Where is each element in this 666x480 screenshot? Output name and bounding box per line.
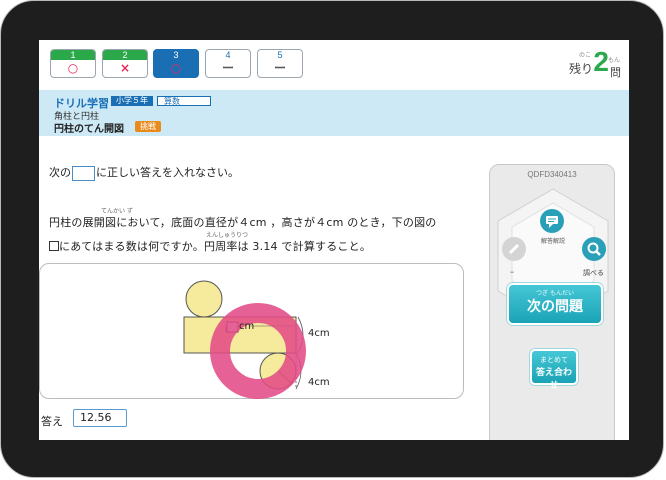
net-diagram: cm 4cm 4cm bbox=[39, 263, 464, 399]
question-id: QDFD340413 bbox=[527, 170, 577, 179]
remaining-unit-ruby: もん bbox=[607, 57, 620, 64]
question-tab-number: 1 bbox=[51, 50, 95, 60]
question-tab-2[interactable]: 2 × bbox=[102, 49, 148, 78]
question-tab-number: 4 bbox=[225, 50, 231, 60]
question-tab-5[interactable]: 5 ー bbox=[257, 49, 303, 78]
next-question-button[interactable]: つぎ もんだい 次の問題 bbox=[507, 283, 603, 325]
question-line-2-text: にあてはまる数は何ですか。円周率は 3.14 で計算すること。 bbox=[59, 240, 372, 253]
question-tab-number: 5 bbox=[277, 50, 283, 60]
question-line-1: 円柱の展開図において，底面の直径が４cm ，高さが４cm のとき，下の図の bbox=[49, 216, 437, 229]
comment-icon bbox=[540, 209, 564, 233]
pending-mark-icon: ー bbox=[221, 61, 234, 75]
explanation-label: 解答解説 bbox=[540, 238, 565, 245]
hexagon-controls-bg bbox=[497, 188, 609, 324]
correct-mark-icon: ○ bbox=[170, 61, 182, 75]
next-label: 次の問題 bbox=[527, 299, 583, 315]
blank-box-icon bbox=[72, 165, 95, 181]
remaining-count: 2 bbox=[593, 46, 609, 77]
edit-label: ｰ bbox=[510, 268, 514, 277]
height-label: 4cm bbox=[308, 328, 330, 339]
question-line-2: にあてはまる数は何ですか。円周率は 3.14 で計算すること。 bbox=[49, 238, 371, 254]
diameter-label: 4cm bbox=[308, 377, 330, 388]
top-base-circle bbox=[185, 280, 223, 318]
side-panel: QDFD340413 解答解説 ｰ 調べる つぎ もんだい 次の問題 まとめて … bbox=[489, 164, 615, 440]
screen: 1 ○ 2 × 3 ○ 4 ー 5 ー のこ 残り 2 もん 問 ドリル学習 小… bbox=[39, 40, 629, 440]
challenge-badge: 挑戦 bbox=[135, 121, 161, 132]
instruction-pre: 次の bbox=[49, 166, 71, 179]
question-progress-bar: 1 ○ 2 × 3 ○ 4 ー 5 ー のこ 残り 2 もん 問 bbox=[39, 40, 629, 87]
instruction: 次の に正しい答えを入れなさい。 bbox=[49, 164, 239, 181]
search-icon bbox=[587, 242, 601, 256]
instruction-post: に正しい答えを入れなさい。 bbox=[96, 166, 239, 179]
question-tab-1[interactable]: 1 ○ bbox=[50, 49, 96, 78]
blank-unit-label: cm bbox=[239, 321, 255, 332]
blank-square-icon bbox=[49, 241, 59, 251]
question-tab-number: 2 bbox=[103, 50, 147, 60]
answer-label: 答え bbox=[41, 415, 63, 428]
remaining-ruby: のこ bbox=[578, 52, 591, 59]
check-line-2: 答え合わせ bbox=[535, 368, 572, 391]
correct-mark-icon: ○ bbox=[67, 61, 79, 75]
wrong-mark-icon: × bbox=[119, 61, 131, 75]
pencil-icon[interactable] bbox=[502, 237, 526, 261]
remaining-label: 残り bbox=[568, 62, 593, 76]
check-line-1: まとめて bbox=[540, 356, 568, 364]
tablet-frame: 1 ○ 2 × 3 ○ 4 ー 5 ー のこ 残り 2 もん 問 ドリル学習 小… bbox=[0, 0, 664, 478]
check-answers-button[interactable]: まとめて 答え合わせ bbox=[530, 349, 578, 391]
question-tab-3[interactable]: 3 ○ bbox=[153, 49, 199, 78]
remaining-unit: 問 bbox=[610, 66, 621, 79]
subject-tag: 算数 bbox=[157, 96, 211, 106]
search-button[interactable] bbox=[582, 237, 606, 261]
question-tab-number: 3 bbox=[154, 50, 198, 60]
pending-mark-icon: ー bbox=[273, 61, 286, 75]
question-tab-4[interactable]: 4 ー bbox=[205, 49, 251, 78]
lesson-header: ドリル学習 小学５年 算数 角柱と円柱 円柱のてん開図 挑戦 bbox=[39, 90, 629, 136]
cylinder-net-svg bbox=[183, 280, 306, 399]
lesson-title: 円柱のてん開図 bbox=[54, 124, 124, 135]
grade-tag: 小学５年 bbox=[111, 96, 153, 106]
remaining-counter: のこ 残り 2 もん 問 bbox=[553, 44, 623, 84]
search-label: 調べる bbox=[583, 269, 604, 277]
answer-input[interactable]: 12.56 bbox=[73, 409, 127, 427]
explanation-button[interactable]: 解答解説 bbox=[530, 209, 576, 255]
